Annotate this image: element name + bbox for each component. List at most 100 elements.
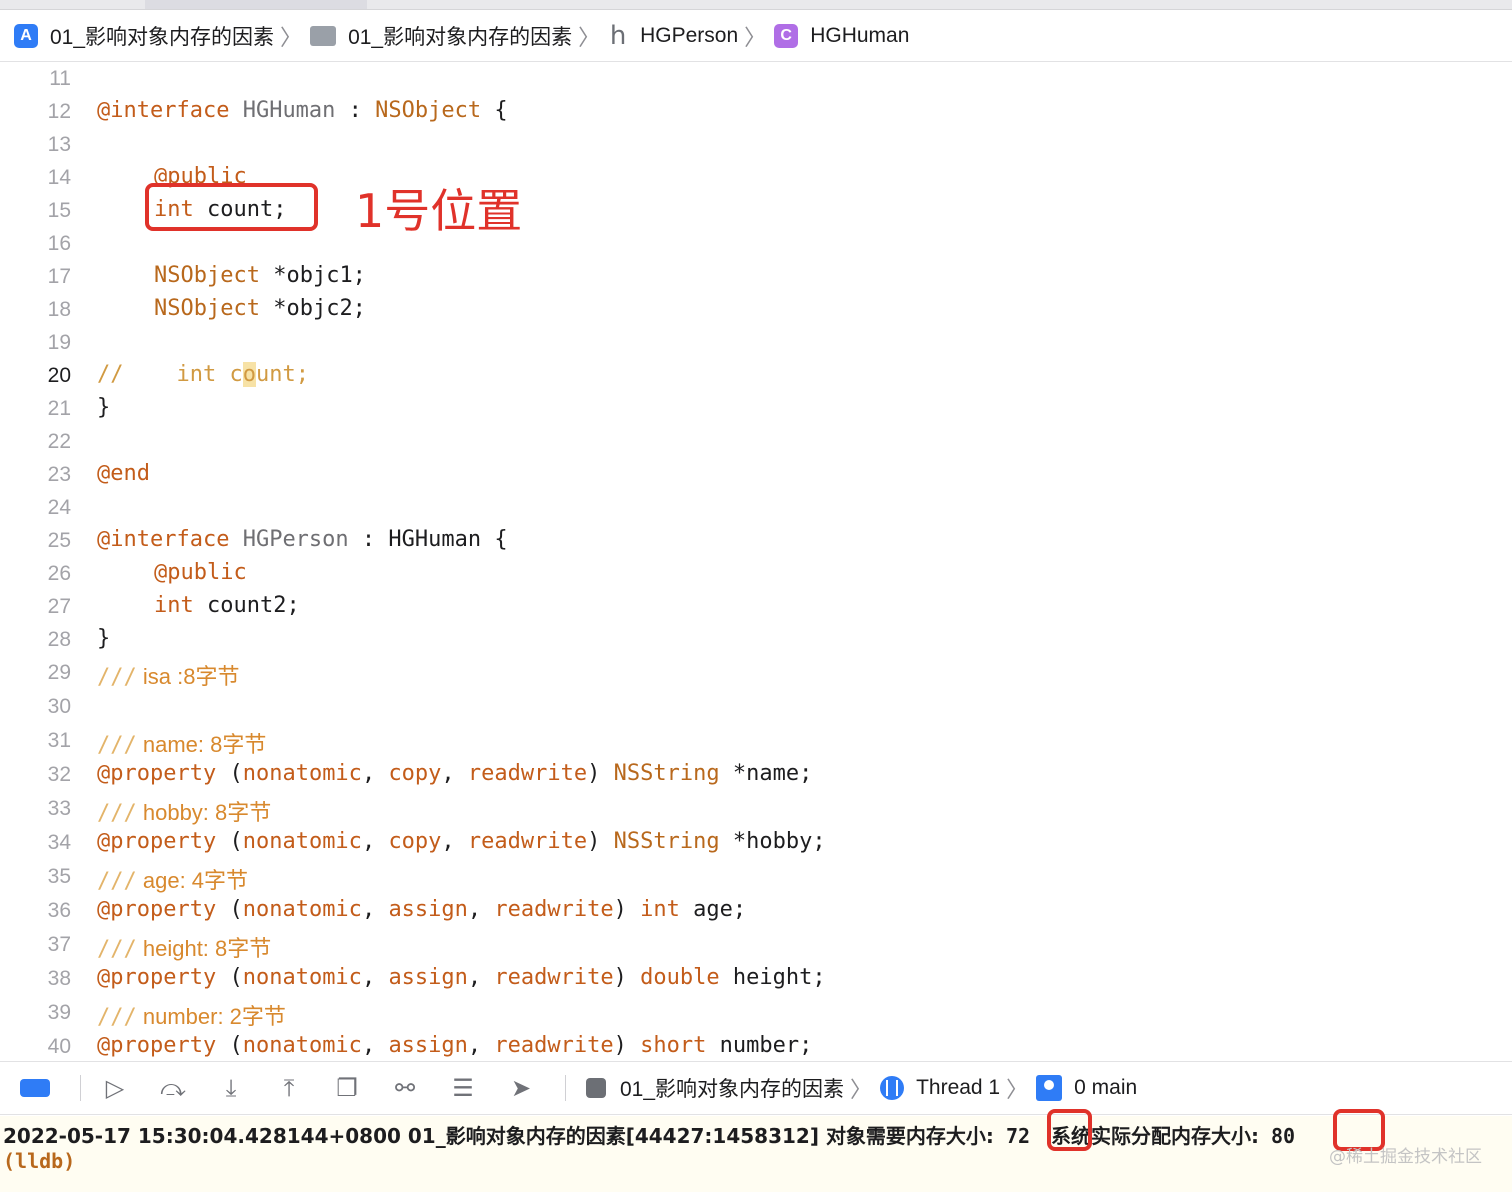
line-number: 17 [47,265,71,288]
app-process-icon [586,1078,606,1098]
view-hierarchy-icon[interactable]: ❐ [333,1074,361,1102]
line-number: 33 [47,797,71,820]
code-text: NSObject *objc1; [154,263,366,288]
chevron-right-icon: 〉 [1006,1078,1029,1103]
line-number: 14 [47,166,71,189]
code-text: @end [97,461,150,486]
doc-comment: /// height: 8字节 [97,936,272,962]
line-number: 37 [47,933,71,956]
highlight-box [145,183,318,231]
step-out-icon[interactable]: ⤒ [275,1074,303,1102]
lldb-prompt[interactable]: (lldb) [3,1149,75,1173]
chevron-right-icon: 〉 [578,25,601,51]
memory-graph-icon[interactable]: ⚯ [391,1074,419,1102]
code-line: 18 NSObject *objc2; [0,294,1512,327]
doc-comment: /// name: 8字节 [97,732,267,758]
jump-bar-folder-label: 01_影响对象内存的因素 [348,25,573,49]
jump-bar-file[interactable]: h HGPerson [608,20,739,51]
debug-process[interactable]: 01_影响对象内存的因素 [586,1073,844,1103]
debug-thread-label: Thread 1 [916,1076,1001,1099]
stack-frame-icon [1036,1075,1063,1101]
code-line-current: 20 // int count; [0,360,1512,393]
jump-bar-symbol[interactable]: C HGHuman [774,23,910,48]
line-number: 24 [47,496,71,519]
code-line: 40 @property (nonatomic, assign, readwri… [0,1031,1512,1064]
code-text: @property (nonatomic, copy, readwrite) N… [97,761,813,786]
doc-comment: /// isa :8字节 [97,664,240,690]
environment-overrides-icon[interactable]: ☰ [449,1074,477,1102]
debug-bar: ▷ ⤼ ⤓ ⤒ ❐ ⚯ ☰ ➤ 01_影响对象内存的因素 〉 Thread 1 … [0,1061,1512,1115]
jump-bar-project-label: 01_影响对象内存的因素 [50,25,275,49]
step-into-icon[interactable]: ⤓ [217,1074,245,1102]
tab-strip [0,0,1512,10]
doc-comment: /// hobby: 8字节 [97,800,272,826]
highlight-box-required [1047,1109,1092,1151]
watermark: @稀土掘金技术社区 [1329,1147,1482,1167]
code-text: @interface HGHuman : NSObject { [97,98,508,123]
jump-bar-symbol-label: HGHuman [810,23,910,47]
code-line: 12 @interface HGHuman : NSObject { [0,96,1512,129]
chevron-right-icon: 〉 [280,25,303,51]
line-number: 20 [47,364,71,387]
code-text: @property (nonatomic, assign, readwrite)… [97,965,826,990]
code-text: @property (nonatomic, assign, readwrite)… [97,897,747,922]
source-editor[interactable]: 11 12 @interface HGHuman : NSObject { 13… [0,63,1512,1060]
app-project-icon: A [14,23,38,48]
line-number: 36 [47,899,71,922]
code-line: 35 /// age: 4字节 [0,861,1512,894]
debug-frame-label: 0 main [1074,1076,1138,1099]
code-line: 33 /// hobby: 8字节 [0,793,1512,826]
continue-icon[interactable]: ▷ [101,1074,129,1102]
annotation-label: 1号位置 [355,184,523,238]
line-number: 23 [47,463,71,486]
line-number: 34 [47,831,71,854]
line-number: 22 [47,430,71,453]
required-size-value: 72 [1005,1124,1031,1148]
code-line: 37 /// height: 8字节 [0,929,1512,962]
code-text: int count2; [154,593,300,618]
jump-bar-folder[interactable]: 01_影响对象内存的因素 [310,21,572,51]
doc-comment: /// number: 2字节 [97,1004,286,1030]
active-tab[interactable] [145,0,367,9]
code-line: 30 [0,691,1512,724]
debug-thread[interactable]: Thread 1 [880,1076,1000,1100]
line-number: 38 [47,967,71,990]
jump-bar-project[interactable]: A 01_影响对象内存的因素 [14,21,274,51]
code-text: @interface HGPerson : HGHuman { [97,527,508,552]
code-line: 34 @property (nonatomic, copy, readwrite… [0,827,1512,860]
actual-size-value: 80 [1271,1124,1296,1148]
line-number: 21 [47,397,71,420]
line-number: 31 [47,729,71,752]
debug-frame[interactable]: 0 main [1036,1075,1137,1101]
doc-comment: /// age: 4字节 [97,868,249,894]
code-line: 22 [0,426,1512,459]
debug-console[interactable]: 2022-05-17 15:30:04.428144+0800 01_影响对象内… [0,1116,1512,1192]
header-file-icon: h [609,20,627,51]
text-cursor: o [242,362,256,387]
code-line: 23 @end [0,459,1512,492]
line-number: 13 [47,133,71,156]
divider [565,1075,566,1101]
line-number: 35 [47,865,71,888]
debug-process-label: 01_影响对象内存的因素 [620,1078,845,1101]
line-number: 16 [47,232,71,255]
line-number: 30 [47,695,71,718]
breakpoints-toggle-icon[interactable] [20,1079,50,1097]
line-number: 27 [47,595,71,618]
simulate-location-icon[interactable]: ➤ [507,1074,535,1102]
line-number: 11 [49,67,71,90]
step-over-icon[interactable]: ⤼ [159,1074,187,1102]
code-line: 36 @property (nonatomic, assign, readwri… [0,895,1512,928]
folder-icon [310,25,337,46]
line-number: 18 [47,298,71,321]
code-line: 13 [0,129,1512,162]
code-line: 26 @public [0,558,1512,591]
chevron-right-icon: 〉 [744,25,767,51]
code-line: 27 int count2; [0,591,1512,624]
thread-icon [880,1076,905,1100]
code-line: 19 [0,327,1512,360]
line-number: 19 [47,331,71,354]
code-text: } [97,395,111,420]
code-line: 29 /// isa :8字节 [0,657,1512,690]
jump-bar-file-label: HGPerson [640,23,739,47]
